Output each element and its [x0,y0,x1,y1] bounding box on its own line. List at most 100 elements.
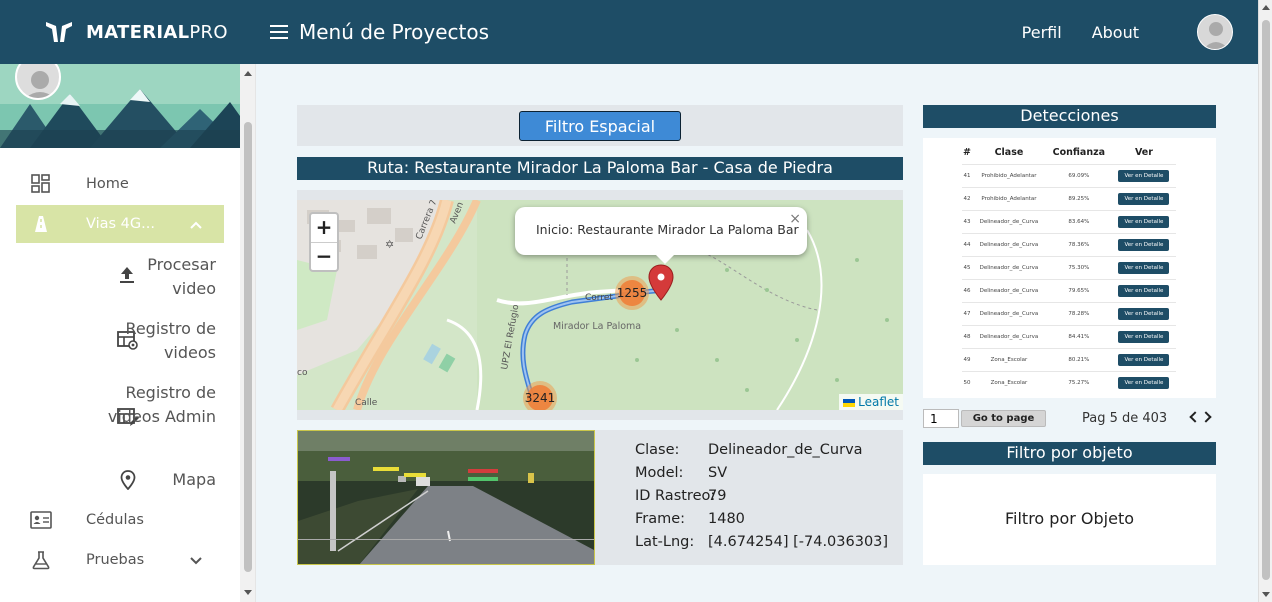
model-label: Model: [635,465,684,481]
sidebar-item-home[interactable]: Home [16,165,224,203]
place-label-mirador: Mirador La Paloma [553,321,641,332]
ver-detalle-button[interactable]: Ver en Detalle [1118,215,1170,228]
row-action: Ver en Detalle [1111,324,1176,348]
row-action: Ver en Detalle [1111,163,1176,187]
table-row: 46 Delineador_de_Curva 79.65% Ver en Detall… [962,278,1176,302]
row-action: Ver en Detalle [1111,232,1176,256]
row-action: Ver en Detalle [1111,255,1176,279]
sidebar: Home Vias 4G... Procesar video Registro … [0,64,256,602]
popup-text: Inicio: Restaurante Mirador La Paloma Ba… [536,222,799,237]
sidebar-item-cedulas[interactable]: Cédulas [16,501,224,539]
row-action: Ver en Detalle [1111,209,1176,233]
perfil-link[interactable]: Perfil [1022,23,1062,42]
sidebar-item-vias-4g[interactable]: Vias 4G... [16,205,224,243]
street-label-corret: Corret [585,293,613,303]
row-confianza: 84.41% [1045,324,1112,348]
table-row: 48 Delineador_de_Curva 84.41% Ver en Detall… [962,324,1176,348]
row-confianza: 79.65% [1045,278,1112,302]
row-confianza: 78.28% [1045,301,1112,325]
ver-detalle-button[interactable]: Ver en Detalle [1118,330,1170,343]
row-confianza: 80.21% [1045,347,1112,371]
street-label-co: co [297,368,308,378]
marker-cluster[interactable]: 3241 [523,381,557,410]
pagination: Go to page Pag 5 de 403 [923,408,1216,430]
filtro-objeto-panel[interactable]: Filtro por Objeto [923,474,1216,565]
table-row: 47 Delineador_de_Curva 78.28% Ver en Detall… [962,301,1176,325]
ver-detalle-button[interactable]: Ver en Detalle [1118,261,1170,274]
sidebar-scrollbar[interactable] [240,64,255,602]
sidebar-item-label: Home [86,176,129,192]
user-avatar[interactable] [1197,14,1233,50]
row-confianza: 75.27% [1045,370,1112,394]
brand-logo-icon [46,22,72,42]
clase-label: Clase: [635,442,680,458]
sidebar-subitem-registro-videos-admin[interactable]: Registro de videos Admin [100,381,216,429]
sidebar-item-pruebas[interactable]: Pruebas [16,541,224,579]
row-action: Ver en Detalle [1111,370,1176,394]
row-clase: Delineador_de_Curva [972,301,1046,325]
row-number: 46 [962,278,973,302]
road-icon [30,213,52,235]
map-attribution[interactable]: Leaflet [839,394,903,410]
ver-detalle-button[interactable]: Ver en Detalle [1118,169,1170,182]
column-header: Confianza [1052,147,1106,159]
row-number: 42 [962,186,973,210]
menu-toggle-icon[interactable] [270,25,288,39]
row-confianza: 78.36% [1045,232,1112,256]
marker-cluster[interactable]: 1255 [615,276,649,310]
filtro-objeto-title: Filtro por objeto [923,442,1216,465]
ver-detalle-button[interactable]: Ver en Detalle [1118,376,1170,389]
row-number: 41 [962,163,973,187]
top-nav: Perfil About [992,0,1258,64]
row-number: 44 [962,232,973,256]
row-clase: Delineador_de_Curva [972,232,1046,256]
column-header: Ver [1134,147,1153,159]
page-scrollbar[interactable] [1258,0,1272,602]
row-confianza: 83.64% [1045,209,1112,233]
row-clase: Zona_Escolar [972,370,1046,394]
sidebar-subitem-registro-videos[interactable]: Registro de videos [100,317,216,365]
row-clase: Delineador_de_Curva [972,255,1046,279]
about-link[interactable]: About [1092,23,1139,42]
brand[interactable]: MATERIAL PRO [0,20,256,44]
route-map[interactable]: Carrera 7 Aven Mirador La Paloma UPZ El … [297,200,903,410]
row-action: Ver en Detalle [1111,186,1176,210]
row-number: 45 [962,255,973,279]
table-row: 44 Delineador_de_Curva 78.36% Ver en Detall… [962,232,1176,256]
camera-frame [297,430,595,565]
cluster-count: 3241 [525,385,555,410]
row-confianza: 89.25% [1045,186,1112,210]
flask-icon [30,549,52,571]
row-clase: Delineador_de_Curva [972,278,1046,302]
column-header: Clase [994,147,1024,159]
ver-detalle-button[interactable]: Ver en Detalle [1118,238,1170,251]
column-header: # [963,147,971,159]
sidebar-item-label: Pruebas [86,552,145,568]
detection-detail: Clase: Delineador_de_Curva Model: SV ID Ra… [297,430,903,565]
go-to-page-button[interactable]: Go to page [961,410,1046,427]
chevron-right-icon[interactable] [1200,411,1212,423]
popup-close-icon[interactable]: × [789,211,801,227]
chevron-left-icon[interactable] [1189,411,1201,423]
brand-name-light: PRO [189,21,228,43]
row-confianza: 75.30% [1045,255,1112,279]
sidebar-subitem-procesar-video[interactable]: Procesar video [100,253,216,301]
sidebar-item-label: Vias 4G... [86,216,155,232]
frame-label: Frame: [635,511,686,527]
svg-text:✡: ✡ [385,238,394,251]
ver-detalle-button[interactable]: Ver en Detalle [1118,307,1170,320]
latlng-label: Lat-Lng: [635,534,695,550]
sidebar-item-label: Cédulas [86,512,144,528]
filtro-espacial-button[interactable]: Filtro Espacial [519,111,681,141]
page-number-input[interactable] [923,409,959,428]
detecciones-table-panel: # Clase Confianza Ver 41 Prohibido_Adelan… [923,138,1216,398]
id-rastreo-label: ID Rastreo: [635,488,716,504]
ver-detalle-button[interactable]: Ver en Detalle [1118,192,1170,205]
ver-detalle-button[interactable]: Ver en Detalle [1118,284,1170,297]
ukraine-flag-icon [843,398,856,407]
row-number: 48 [962,324,973,348]
zoom-in-button[interactable]: + [311,214,337,242]
ver-detalle-button[interactable]: Ver en Detalle [1118,353,1170,366]
sidebar-subitem-mapa[interactable]: Mapa [100,468,216,492]
zoom-out-button[interactable]: − [311,242,337,270]
